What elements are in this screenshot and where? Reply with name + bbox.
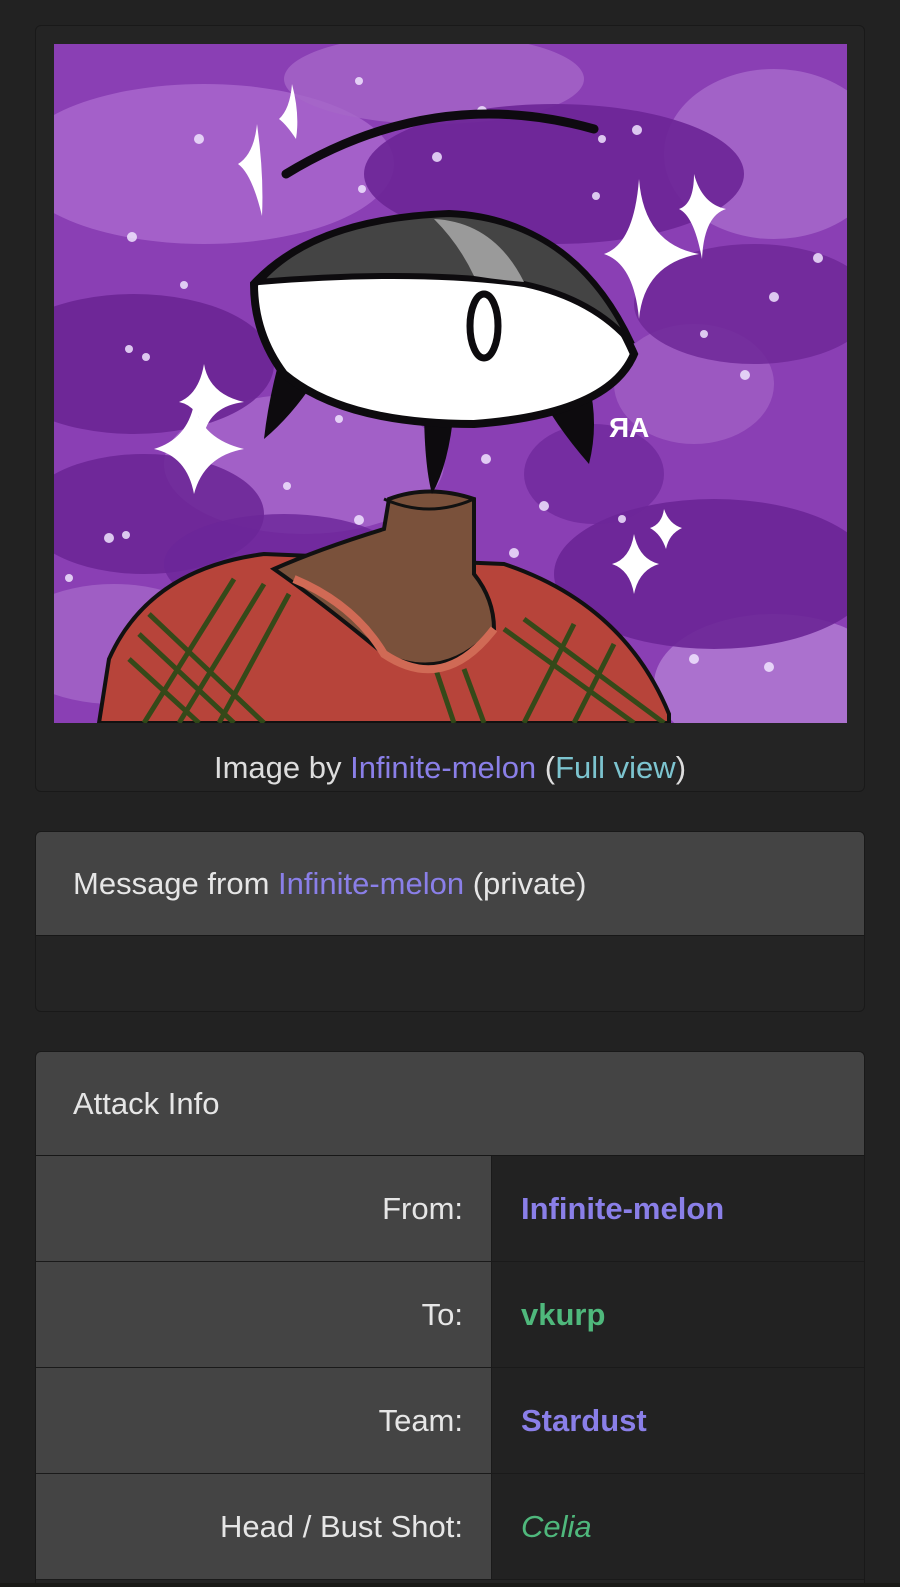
from-user-link[interactable]: Infinite-melon [521,1191,724,1226]
team-link[interactable]: Stardust [521,1403,647,1438]
artwork-signature: ЯA [609,412,649,443]
image-card: ЯA Image by Infinite-melon (Full view) [35,25,865,792]
from-value: Infinite-melon [492,1156,864,1261]
image-caption: Image by Infinite-melon (Full view) [36,750,864,786]
caption-prefix: Image by [213,750,351,785]
message-sender-link[interactable]: Infinite-melon [278,866,464,901]
attack-row-head-bust: Head / Bust Shot: Celia [36,1474,864,1580]
attack-row-to: To: vkurp [36,1262,864,1368]
attack-row-team: Team: Stardust [36,1368,864,1474]
full-view-link[interactable]: Full view [555,750,676,785]
message-body [73,936,827,1011]
character-link[interactable]: Celia [521,1509,592,1544]
artist-link[interactable]: Infinite-melon [350,750,536,785]
from-label: From: [36,1156,492,1261]
message-card: Message from Infinite-melon (private) [35,831,865,1012]
page: ЯA Image by Infinite-melon (Full view) M… [0,0,900,1587]
message-prefix: Message from [73,866,279,901]
bottom-edge [0,1583,900,1587]
caption-open-paren: ( [536,750,556,785]
team-label: Team: [36,1368,492,1473]
attack-info-card: Attack Info From: Infinite-melon To: vku… [35,1051,865,1587]
caption-close-paren: ) [675,750,687,785]
attack-row-from: From: Infinite-melon [36,1156,864,1262]
head-bust-label: Head / Bust Shot: [36,1474,492,1579]
attack-info-title: Attack Info [36,1052,864,1156]
to-user-link[interactable]: vkurp [521,1297,605,1332]
head-bust-value: Celia [492,1474,864,1579]
team-value: Stardust [492,1368,864,1473]
artwork-image[interactable]: ЯA [54,44,847,723]
message-suffix: (private) [464,866,587,901]
to-label: To: [36,1262,492,1367]
message-header: Message from Infinite-melon (private) [36,832,864,936]
to-value: vkurp [492,1262,864,1367]
